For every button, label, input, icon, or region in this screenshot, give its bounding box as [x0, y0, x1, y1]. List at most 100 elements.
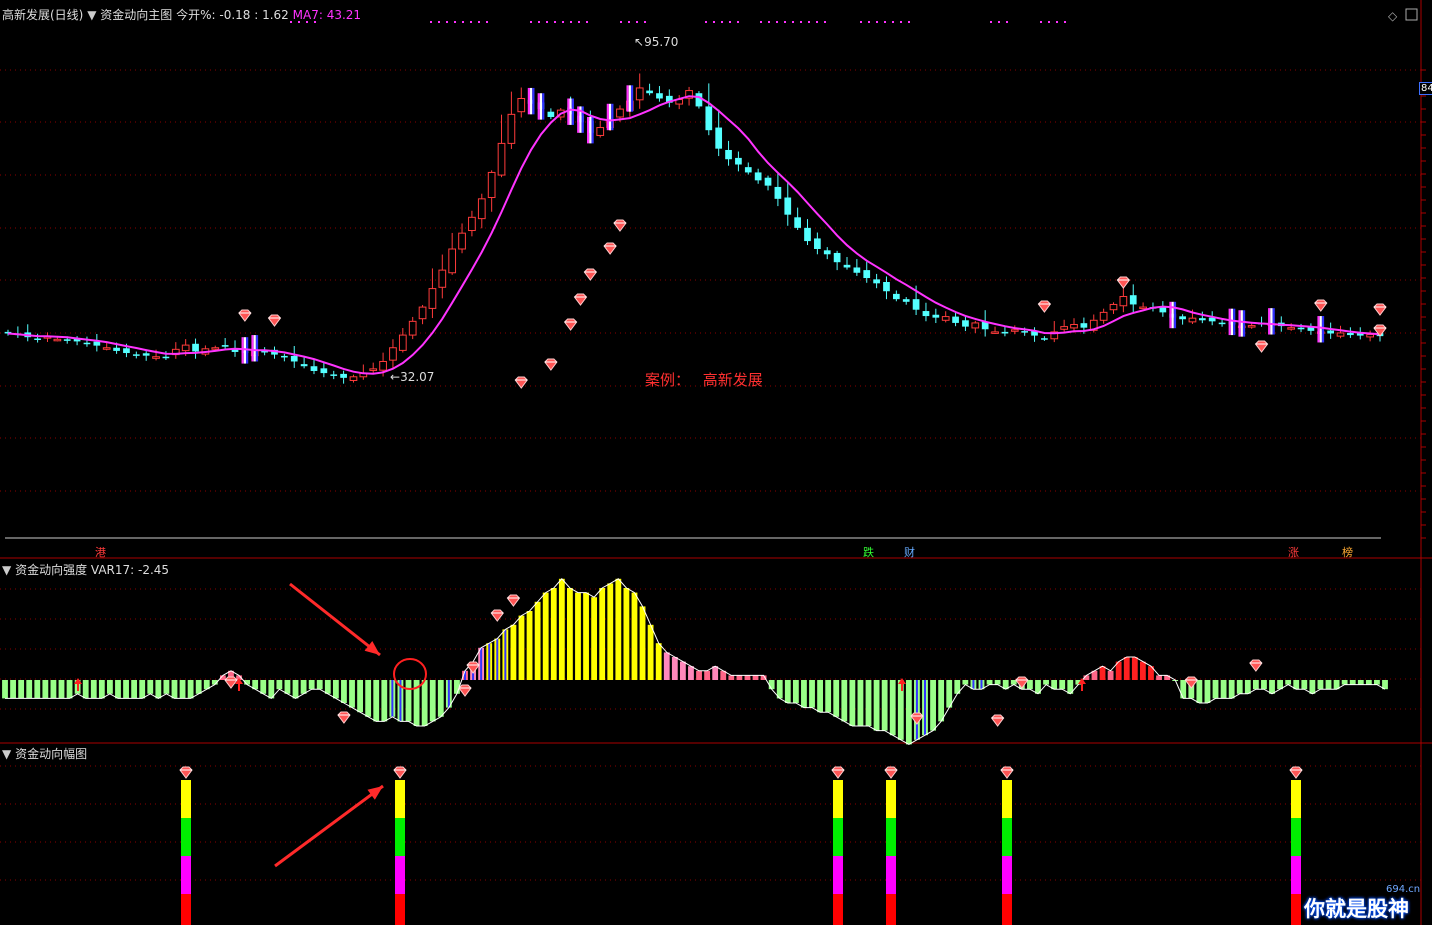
- highlight-bar: [589, 116, 592, 144]
- candle-body-up: [1070, 324, 1078, 329]
- signal-dot: [554, 21, 556, 23]
- event-label-die[interactable]: 跌: [863, 544, 874, 560]
- strength-bar: [332, 680, 339, 699]
- strength-diamond: [466, 661, 480, 674]
- strength-bar: [647, 624, 654, 680]
- diamond-marker: [1037, 300, 1052, 313]
- strength-bar: [365, 680, 372, 717]
- strength-bar: [1059, 680, 1066, 690]
- signal-dot: [784, 21, 786, 23]
- stock-chart: ◇: [0, 0, 1432, 925]
- signal-dot: [705, 21, 707, 23]
- diamond-marker: [573, 293, 588, 306]
- strength-bar: [260, 680, 267, 694]
- signal-dot: [776, 21, 778, 23]
- strength-blue-bar: [972, 680, 975, 690]
- signal-dot: [470, 21, 472, 23]
- strength-bar: [1301, 680, 1308, 690]
- main-indicator-name[interactable]: 资金动向主图: [100, 8, 172, 22]
- event-label-bang[interactable]: 榜: [1342, 544, 1353, 560]
- strength-title[interactable]: 资金动向强度: [15, 563, 87, 577]
- strength-bar: [607, 583, 614, 680]
- strength-diamond: [337, 711, 351, 724]
- strength-bar: [1374, 680, 1380, 685]
- highlight-bar: [1317, 316, 1320, 343]
- strength-panel-header: ▼ 资金动向强度 VAR17: -2.45: [2, 561, 169, 578]
- strength-bar: [1099, 666, 1106, 680]
- amplitude-title[interactable]: 资金动向幅图: [15, 747, 87, 761]
- case-annotation: 案例： 高新发展: [645, 369, 763, 390]
- strength-bar: [2, 680, 8, 699]
- candle-body-down: [853, 267, 861, 273]
- strength-bar: [1357, 680, 1364, 685]
- strength-bar: [712, 666, 719, 680]
- candle-body-up: [1139, 306, 1147, 310]
- high-price-label: ↖95.70: [634, 35, 679, 49]
- strength-bar: [599, 588, 606, 680]
- strength-bar: [809, 680, 815, 708]
- strength-bar: [518, 615, 525, 680]
- highlight-bar: [527, 87, 531, 115]
- strength-bar: [655, 643, 662, 680]
- candle-body-down: [932, 314, 940, 318]
- strength-bar: [405, 680, 412, 722]
- highlight-bar: [530, 87, 533, 115]
- highlight-bar: [1321, 316, 1325, 343]
- strength-diamond: [1184, 676, 1198, 689]
- event-label-gang[interactable]: 港: [95, 544, 106, 560]
- strength-bar: [744, 675, 751, 680]
- strength-bar: [833, 680, 840, 717]
- amplitude-segment: [1002, 818, 1012, 857]
- amplitude-segment: [886, 856, 896, 895]
- strength-bar: [115, 680, 121, 699]
- event-label-zhang[interactable]: 涨: [1288, 544, 1299, 560]
- strength-bar: [1139, 661, 1146, 680]
- strength-diamond: [990, 714, 1005, 727]
- signal-dot: [737, 21, 739, 23]
- candle-body-down: [1297, 327, 1305, 330]
- strength-blue-bar: [391, 680, 394, 717]
- highlight-bar: [1228, 308, 1231, 336]
- signal-dot: [1064, 21, 1066, 23]
- strength-diamond: [1249, 659, 1263, 672]
- strength-bar: [187, 680, 194, 699]
- strength-bar: [728, 675, 735, 680]
- strength-bar: [1349, 680, 1356, 685]
- collapse-icon[interactable]: ▼: [2, 563, 11, 577]
- watermark-text: 你就是股神: [1304, 897, 1409, 921]
- highlight-bar: [587, 116, 590, 144]
- strength-diamond: [458, 684, 472, 697]
- signal-dot: [454, 21, 456, 23]
- diamond-marker: [238, 309, 252, 322]
- amplitude-segment: [1002, 856, 1012, 895]
- highlight-bar: [532, 87, 535, 115]
- candle-body-down: [735, 157, 742, 165]
- strength-bar: [849, 680, 856, 726]
- amplitude-diamond: [1000, 766, 1014, 779]
- signal-dot: [446, 21, 448, 23]
- candle-body-up: [507, 113, 516, 144]
- signal-dot: [998, 21, 1000, 23]
- candle-body-up: [1060, 326, 1068, 330]
- candle-body-up: [596, 127, 605, 136]
- event-label-cai[interactable]: 财: [904, 544, 915, 560]
- strength-bar: [1131, 657, 1138, 680]
- amplitude-segment: [886, 818, 896, 857]
- highlight-bar: [1230, 308, 1234, 336]
- candle-body-down: [320, 368, 328, 374]
- candle-body-down: [902, 299, 910, 302]
- collapse-icon[interactable]: ▼: [87, 8, 96, 22]
- signal-dot: [792, 21, 794, 23]
- signal-dot: [990, 21, 992, 23]
- stock-name[interactable]: 高新发展(日线): [2, 8, 83, 22]
- strength-bar: [801, 680, 807, 708]
- amplitude-diamond: [1289, 766, 1303, 779]
- strength-bar: [139, 680, 146, 699]
- candle-body-up: [1188, 317, 1197, 323]
- candle-body-down: [547, 111, 555, 117]
- highlight-bar: [1171, 301, 1174, 329]
- collapse-icon[interactable]: ▼: [2, 747, 11, 761]
- candle-body-down: [873, 279, 880, 284]
- amplitude-segment: [833, 818, 843, 857]
- strength-bar: [82, 680, 89, 699]
